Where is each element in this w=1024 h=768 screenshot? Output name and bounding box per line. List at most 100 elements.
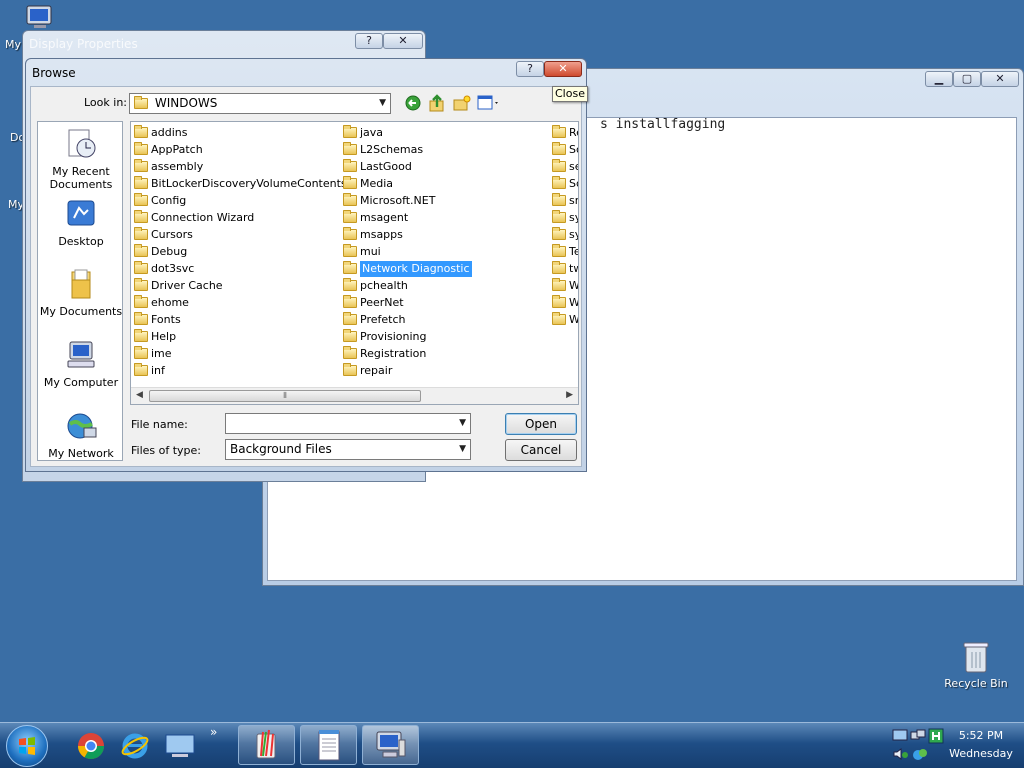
folder-item[interactable]: W: [552, 294, 578, 311]
place-desktop[interactable]: Desktop: [38, 198, 124, 248]
folder-name: Cursors: [151, 227, 193, 241]
back-icon[interactable]: [405, 95, 421, 111]
chrome-icon[interactable]: [76, 731, 106, 761]
maximize-button[interactable]: ▢: [953, 71, 981, 87]
folder-item[interactable]: Re: [552, 124, 578, 141]
scrollbar-thumb[interactable]: ⦀: [149, 390, 421, 402]
scroll-right-icon[interactable]: ▶: [566, 390, 573, 400]
help-button[interactable]: ?: [516, 61, 544, 77]
folder-item[interactable]: Registration: [343, 345, 472, 362]
place-my-network[interactable]: My Network: [38, 410, 124, 460]
file-list[interactable]: addins AppPatch assembly BitLockerDiscovery…: [130, 121, 579, 405]
close-button[interactable]: ✕: [383, 33, 423, 49]
file-name-input[interactable]: ▼: [225, 413, 471, 434]
folder-item[interactable]: Cursors: [134, 226, 347, 243]
view-menu-icon[interactable]: [477, 95, 501, 111]
clock-time: 5:52 PM: [958, 729, 1004, 742]
show-desktop-icon[interactable]: [164, 733, 196, 759]
folder-item[interactable]: AppPatch: [134, 141, 347, 158]
taskbar-button-notepad[interactable]: [300, 725, 357, 765]
folder-item[interactable]: sr: [552, 192, 579, 209]
help-button[interactable]: ?: [355, 33, 383, 49]
folder-name: W: [569, 278, 579, 292]
open-button[interactable]: Open: [505, 413, 577, 435]
folder-item[interactable]: PeerNet: [343, 294, 472, 311]
taskbar-button-paint[interactable]: [238, 725, 295, 765]
folder-name: sr: [569, 193, 579, 207]
clock[interactable]: 5:52 PM Wednesday: [948, 727, 1014, 763]
folder-item[interactable]: Sc: [552, 141, 578, 158]
folder-item[interactable]: sy: [552, 226, 578, 243]
tray-security-icon[interactable]: [912, 747, 928, 761]
folder-item[interactable]: Provisioning: [343, 328, 472, 345]
folder-item[interactable]: W: [552, 311, 579, 328]
folder-name: Prefetch: [360, 312, 406, 326]
place-label: My Recent Documents: [49, 165, 113, 191]
folder-item[interactable]: Help: [134, 328, 347, 345]
folder-item[interactable]: W: [552, 277, 579, 294]
folder-item[interactable]: Connection Wizard: [134, 209, 347, 226]
folder-name: Provisioning: [360, 329, 427, 343]
look-in-combo[interactable]: WINDOWS ▼: [129, 93, 391, 114]
folder-item[interactable]: Driver Cache: [134, 277, 347, 294]
folder-item[interactable]: Prefetch: [343, 311, 472, 328]
folder-item[interactable]: tw: [552, 260, 578, 277]
folder-item[interactable]: sy: [552, 209, 578, 226]
folder-item[interactable]: L2Schemas: [343, 141, 472, 158]
folder-icon: [552, 278, 566, 291]
tray-display-icon[interactable]: [892, 729, 908, 743]
folder-item[interactable]: inf: [134, 362, 347, 379]
place-my-documents[interactable]: My Documents: [38, 268, 124, 318]
files-of-type-select[interactable]: Background Files ▼: [225, 439, 471, 460]
folder-item[interactable]: Fonts: [134, 311, 347, 328]
folder-item[interactable]: LastGood: [343, 158, 472, 175]
folder-item[interactable]: Media: [343, 175, 472, 192]
new-folder-icon[interactable]: [453, 95, 471, 111]
tray-volume-icon[interactable]: [892, 747, 910, 761]
folder-item[interactable]: Debug: [134, 243, 347, 260]
folder-item[interactable]: addins: [134, 124, 347, 141]
folder-item[interactable]: java: [343, 124, 472, 141]
folder-item[interactable]: msagent: [343, 209, 472, 226]
start-button[interactable]: [6, 725, 48, 767]
folder-item[interactable]: assembly: [134, 158, 347, 175]
minimize-button[interactable]: ▁: [925, 71, 953, 87]
cancel-button[interactable]: Cancel: [505, 439, 577, 461]
internet-explorer-icon[interactable]: [120, 731, 150, 761]
place-label: My Computer: [43, 376, 119, 389]
folder-item[interactable]: Microsoft.NET: [343, 192, 472, 209]
folder-item[interactable]: ime: [134, 345, 347, 362]
folder-item[interactable]: Config: [134, 192, 347, 209]
folder-item[interactable]: msapps: [343, 226, 472, 243]
close-button[interactable]: ✕: [981, 71, 1019, 87]
folder-item[interactable]: BitLockerDiscoveryVolumeContents: [134, 175, 347, 192]
folder-name: W: [569, 312, 579, 326]
recycle-bin[interactable]: Recycle Bin: [940, 640, 1012, 690]
close-button[interactable]: ✕: [544, 61, 582, 77]
folder-item[interactable]: repair: [343, 362, 472, 379]
folder-icon: [343, 227, 357, 240]
up-folder-icon[interactable]: [429, 94, 445, 112]
folder-item[interactable]: ehome: [134, 294, 347, 311]
tray-network-icon[interactable]: [910, 729, 926, 743]
look-in-label: Look in:: [84, 96, 127, 109]
folder-icon: [552, 125, 566, 138]
place-recent-documents[interactable]: My Recent Documents: [38, 128, 124, 191]
folder-icon: [134, 244, 148, 257]
folder-item[interactable]: dot3svc: [134, 260, 347, 277]
folder-item[interactable]: pchealth: [343, 277, 472, 294]
folder-item[interactable]: mui: [343, 243, 472, 260]
folder-item[interactable]: Te: [552, 243, 578, 260]
scroll-left-icon[interactable]: ◀: [136, 390, 143, 400]
folder-item[interactable]: Network Diagnostic: [343, 260, 472, 277]
folder-name: addins: [151, 125, 188, 139]
folder-item[interactable]: Sc: [552, 175, 578, 192]
taskbar-button-display-properties[interactable]: [362, 725, 419, 765]
horizontal-scrollbar[interactable]: ◀ ⦀ ▶: [131, 387, 578, 404]
place-my-computer[interactable]: My Computer: [38, 339, 124, 389]
folder-name: sy: [569, 210, 578, 224]
folder-name: Help: [151, 329, 177, 343]
folder-item[interactable]: se: [552, 158, 578, 175]
quicklaunch-overflow[interactable]: »: [210, 725, 217, 739]
tray-h-icon[interactable]: [928, 728, 944, 744]
